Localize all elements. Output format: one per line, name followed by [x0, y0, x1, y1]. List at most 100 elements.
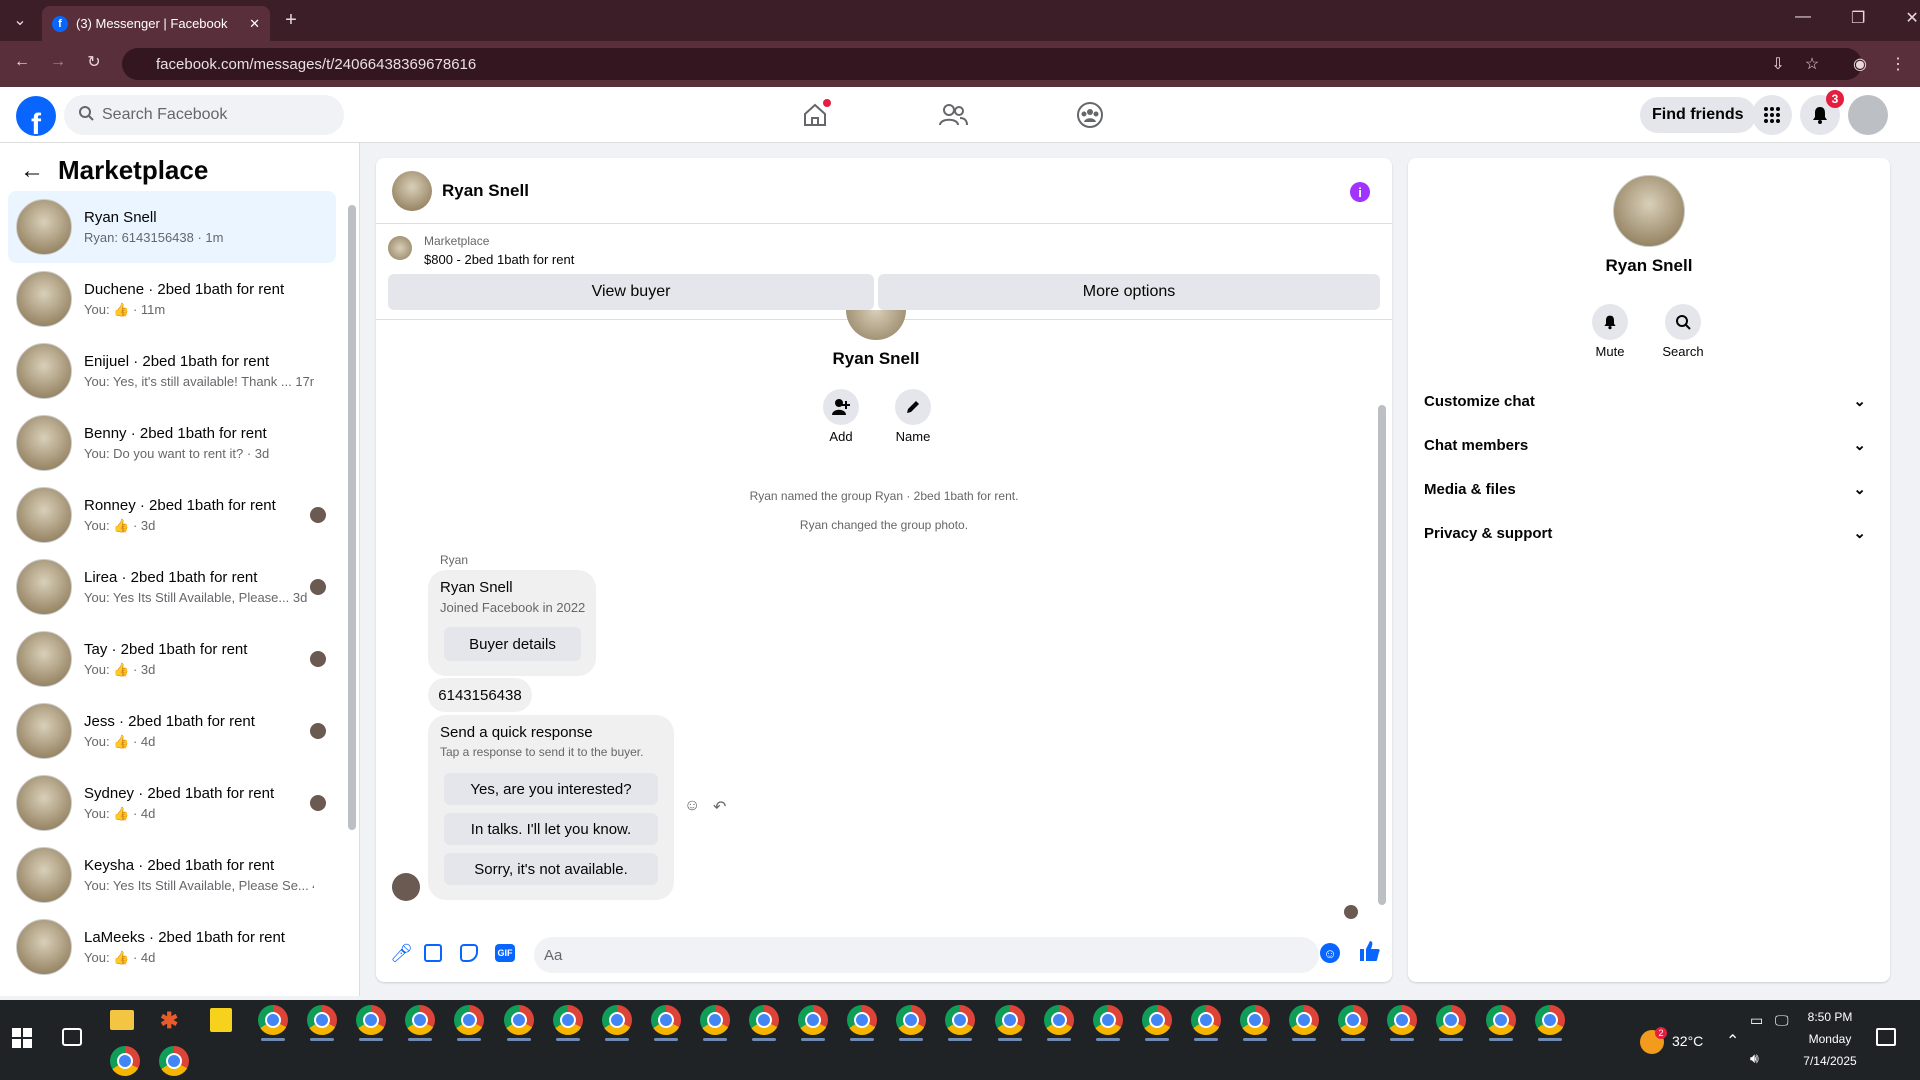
privacy-support-row[interactable]: Privacy & support ⌄: [1424, 513, 1874, 553]
chrome-window-icon[interactable]: [1534, 1005, 1565, 1035]
like-thumb-icon[interactable]: [1358, 939, 1382, 968]
conversation-item[interactable]: LaMeeks · 2bed 1bath for rent You: 👍 · 4d: [8, 911, 336, 983]
groups-nav-icon[interactable]: [1070, 95, 1110, 135]
chrome-window-icon[interactable]: [1092, 1005, 1123, 1035]
install-icon[interactable]: ⇩: [1768, 54, 1788, 74]
conversation-item[interactable]: Sydney · 2bed 1bath for rent You: 👍 · 4d: [8, 767, 336, 839]
chrome-window-icon[interactable]: [307, 1005, 338, 1035]
chrome-menu-icon[interactable]: ⋮: [1888, 54, 1908, 74]
quick-response-button[interactable]: In talks. I'll let you know.: [444, 813, 658, 845]
chrome-window-icon[interactable]: [258, 1005, 288, 1035]
chrome-window-icon[interactable]: [798, 1005, 829, 1035]
new-tab-icon[interactable]: +: [281, 9, 301, 31]
search-in-chat-icon[interactable]: [1665, 304, 1701, 340]
emoji-icon[interactable]: ☺: [1320, 943, 1340, 963]
chat-scrollbar[interactable]: [1378, 405, 1386, 905]
more-options-button[interactable]: More options: [878, 274, 1380, 310]
chat-header-name[interactable]: Ryan Snell: [442, 181, 529, 201]
listing-thumbnail: [388, 236, 412, 260]
quick-response-button[interactable]: Sorry, it's not available.: [444, 853, 658, 885]
chrome-window-icon[interactable]: [650, 1005, 681, 1035]
tab-search-icon[interactable]: ⌄: [10, 10, 30, 30]
search-field[interactable]: Search Facebook: [64, 95, 344, 135]
photo-icon[interactable]: [424, 944, 442, 962]
mute-bell-icon[interactable]: [1592, 304, 1628, 340]
home-nav-icon[interactable]: [795, 95, 835, 135]
customize-chat-row[interactable]: Customize chat ⌄: [1424, 381, 1874, 421]
conversation-item[interactable]: Jess · 2bed 1bath for rent You: 👍 · 4d: [8, 695, 336, 767]
info-icon[interactable]: i: [1350, 182, 1370, 202]
browser-tab[interactable]: f (3) Messenger | Facebook ✕: [42, 6, 270, 41]
close-window-icon[interactable]: ✕: [1905, 8, 1918, 28]
add-person-icon[interactable]: [823, 389, 859, 425]
conversation-item[interactable]: Lirea · 2bed 1bath for rent You: Yes Its …: [8, 551, 336, 623]
friends-nav-icon[interactable]: [933, 95, 973, 135]
react-emoji-icon[interactable]: ☺: [684, 797, 700, 815]
meet-now-icon[interactable]: ▭: [1750, 1012, 1763, 1029]
forward-icon[interactable]: →: [48, 52, 68, 72]
chrome-window-icon[interactable]: [601, 1005, 632, 1035]
sticky-notes-icon[interactable]: [210, 1008, 232, 1032]
chrome-window-icon[interactable]: [1485, 1005, 1516, 1035]
chrome-window-icon[interactable]: [994, 1005, 1025, 1035]
chrome-window-icon[interactable]: [1141, 1005, 1172, 1035]
chrome-window-icon[interactable]: [356, 1005, 387, 1035]
minimize-icon[interactable]: —: [1795, 8, 1811, 28]
conversation-item[interactable]: Ronney · 2bed 1bath for rent You: 👍 · 3d: [8, 479, 336, 551]
chat-header-avatar[interactable]: [392, 170, 432, 211]
find-friends-button[interactable]: Find friends: [1640, 97, 1756, 133]
chevron-up-icon[interactable]: ⌃: [1726, 1031, 1739, 1051]
chrome-window-icon[interactable]: [749, 1005, 779, 1035]
bookmark-star-icon[interactable]: ☆: [1802, 54, 1822, 74]
back-arrow-icon[interactable]: ←: [20, 157, 44, 185]
chrome-window-icon[interactable]: [1190, 1005, 1221, 1035]
media-files-row[interactable]: Media & files ⌄: [1424, 469, 1874, 509]
chrome-window-icon[interactable]: [503, 1005, 534, 1035]
listing-title[interactable]: $800 - 2bed 1bath for rent: [424, 252, 574, 267]
chat-members-row[interactable]: Chat members ⌄: [1424, 425, 1874, 465]
reply-icon[interactable]: ↶: [713, 797, 726, 817]
chrome-window-icon[interactable]: [159, 1046, 189, 1076]
network-icon[interactable]: 🖵: [1775, 1012, 1789, 1029]
app-icon[interactable]: ✱: [160, 1008, 184, 1033]
volume-icon[interactable]: 🔊︎: [1750, 1050, 1759, 1067]
file-explorer-icon[interactable]: [110, 1010, 134, 1030]
task-view-icon[interactable]: [62, 1028, 82, 1046]
microphone-icon[interactable]: 🎤︎: [390, 943, 413, 964]
chrome-window-icon[interactable]: [1043, 1005, 1074, 1035]
conversation-item[interactable]: Ryan Snell Ryan: 6143156438 · 1m: [8, 191, 336, 263]
left-scrollbar[interactable]: [348, 205, 356, 830]
chrome-window-icon[interactable]: [847, 1005, 878, 1035]
conversation-item[interactable]: Duchene · 2bed 1bath for rent You: 👍 · 11…: [8, 263, 336, 335]
conversation-item[interactable]: Enijuel · 2bed 1bath for rent You: Yes, i…: [8, 335, 336, 407]
facebook-logo-icon[interactable]: f: [16, 96, 56, 136]
buyer-details-button[interactable]: Buyer details: [444, 627, 581, 661]
reload-icon[interactable]: ↻: [84, 52, 104, 72]
url-field[interactable]: facebook.com/messages/t/2406643836967861…: [122, 48, 1862, 80]
quick-response-button[interactable]: Yes, are you interested?: [444, 773, 658, 805]
menu-grid-icon[interactable]: [1752, 95, 1792, 135]
chrome-window-icon[interactable]: [552, 1005, 583, 1035]
conversation-item[interactable]: Keysha · 2bed 1bath for rent You: Yes Its…: [8, 839, 336, 911]
tab-close-icon[interactable]: ✕: [249, 16, 260, 32]
phone-message-bubble[interactable]: 6143156438: [428, 678, 532, 712]
pencil-icon[interactable]: [895, 389, 931, 425]
back-icon[interactable]: ←: [12, 52, 32, 72]
chrome-window-icon[interactable]: [1240, 1005, 1270, 1035]
chrome-window-icon[interactable]: [110, 1046, 140, 1076]
notification-center-icon[interactable]: [1876, 1028, 1896, 1046]
gif-icon[interactable]: GIF: [495, 944, 515, 962]
restore-icon[interactable]: ❐: [1851, 8, 1865, 28]
clock-time[interactable]: 8:50 PM: [1790, 1010, 1870, 1024]
conversation-item[interactable]: Tay · 2bed 1bath for rent You: 👍 · 3d: [8, 623, 336, 695]
chrome-window-icon[interactable]: [1289, 1005, 1320, 1035]
view-buyer-button[interactable]: View buyer: [388, 274, 874, 310]
account-avatar[interactable]: [1848, 95, 1888, 135]
chrome-window-icon[interactable]: [1338, 1005, 1369, 1035]
windows-start-icon[interactable]: [12, 1028, 32, 1048]
chrome-window-icon[interactable]: [699, 1005, 730, 1035]
message-input[interactable]: Aa: [534, 937, 1319, 973]
conversation-item[interactable]: Benny · 2bed 1bath for rent You: Do you w…: [8, 407, 336, 479]
weather-temp[interactable]: 32°C: [1672, 1033, 1703, 1049]
profile-icon[interactable]: ◉: [1850, 54, 1870, 74]
